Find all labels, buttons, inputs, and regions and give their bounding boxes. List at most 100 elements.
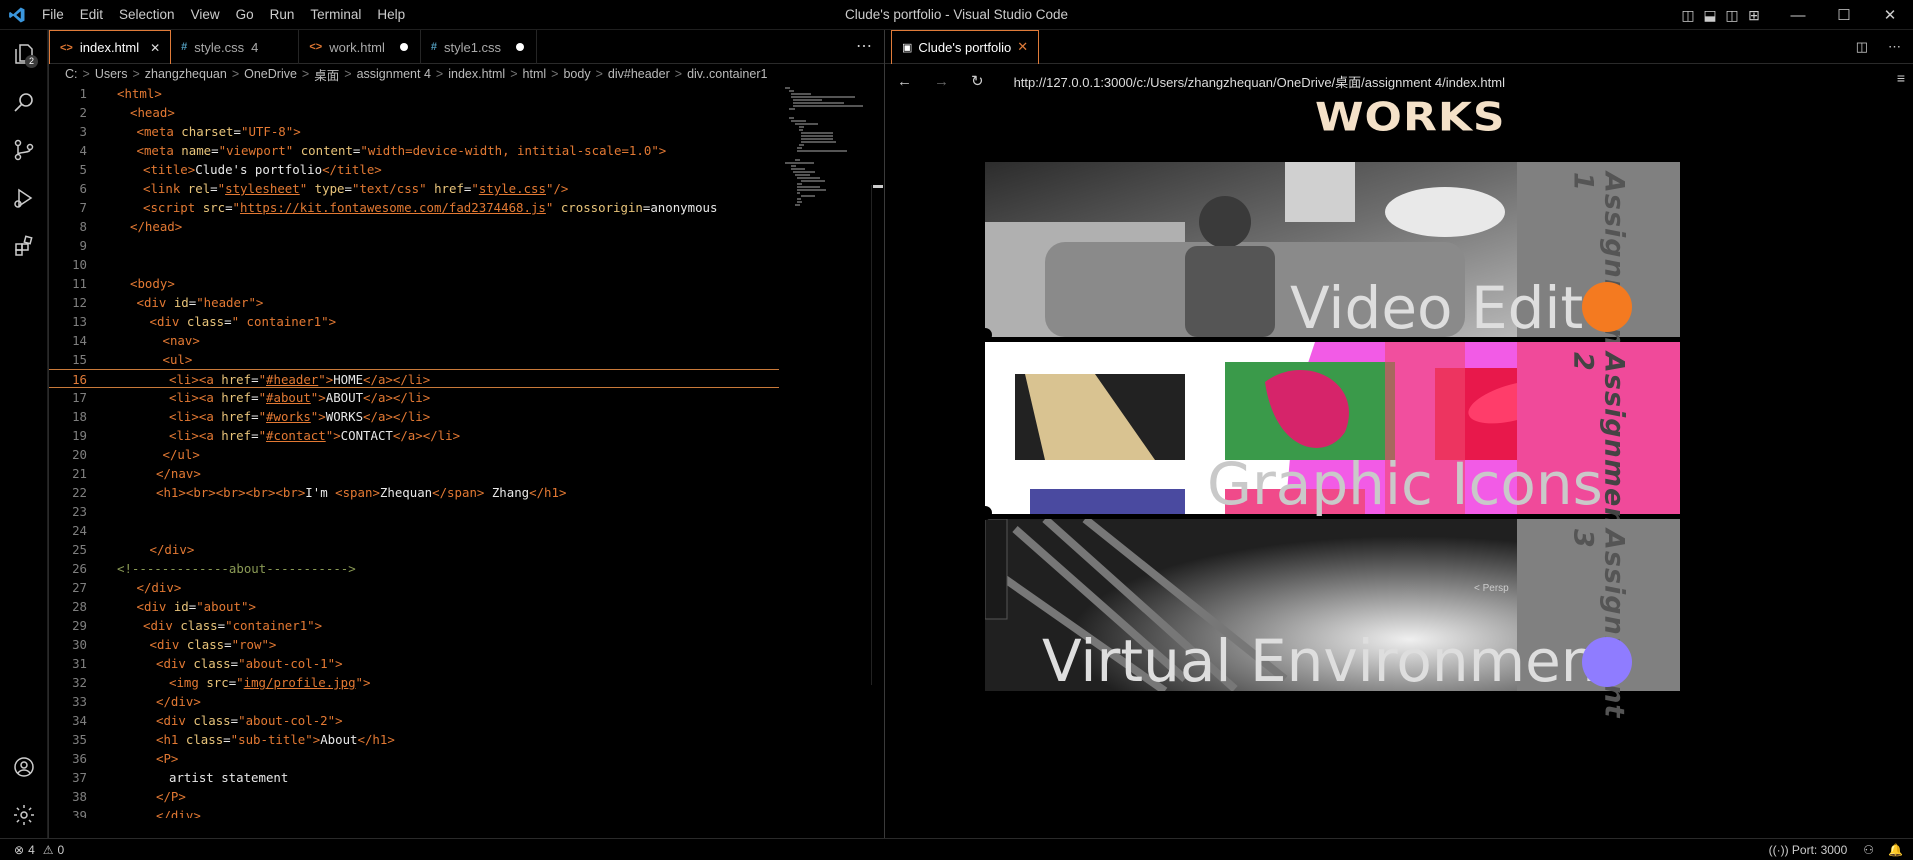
code-line[interactable]: 23 <box>49 502 885 521</box>
minimap[interactable] <box>785 86 871 306</box>
close-preview-tab-icon[interactable]: ✕ <box>1017 39 1028 55</box>
feedback-icon[interactable]: ⚇ <box>1863 843 1874 857</box>
code-line[interactable]: 20 </ul> <box>49 445 885 464</box>
editor-scroll-thumb[interactable] <box>873 185 883 188</box>
code-line[interactable]: 39 </div> <box>49 806 885 818</box>
back-arrow-icon[interactable]: ← <box>897 73 912 90</box>
editor-scrollbar[interactable] <box>871 185 883 685</box>
menu-run[interactable]: Run <box>262 0 303 30</box>
code-line[interactable]: 5 <title>Clude's portfolio</title> <box>49 160 885 179</box>
code-line[interactable]: 31 <div class="about-col-1"> <box>49 654 885 673</box>
code-line[interactable]: 22 <h1><br><br><br><br>I'm <span>Zhequan<… <box>49 483 885 502</box>
run-debug-icon[interactable] <box>0 174 48 222</box>
code-line[interactable]: 16 <li><a href="#header">HOME</a></li> <box>49 369 779 388</box>
code-line[interactable]: 24 <box>49 521 885 540</box>
code-line[interactable]: 10 <box>49 255 885 274</box>
menu-terminal[interactable]: Terminal <box>302 0 369 30</box>
close-window-button[interactable]: ✕ <box>1867 0 1913 30</box>
explorer-icon[interactable]: 2 <box>0 30 48 78</box>
menu-help[interactable]: Help <box>369 0 413 30</box>
toggle-primary-sidebar-icon[interactable]: ◫ <box>1677 0 1699 30</box>
code-line[interactable]: 35 <h1 class="sub-title">About</h1> <box>49 730 885 749</box>
code-line[interactable]: 30 <div class="row"> <box>49 635 885 654</box>
code-line[interactable]: 1 <html> <box>49 84 885 103</box>
unsaved-dot-icon[interactable] <box>399 43 408 51</box>
code-line[interactable]: 9 <box>49 236 885 255</box>
code-line[interactable]: 29 <div class="container1"> <box>49 616 885 635</box>
breadcrumb-item[interactable]: zhangzhequan <box>145 67 227 81</box>
code-line[interactable]: 7 <script src="https://kit.fontawesome.co… <box>49 198 885 217</box>
notifications-bell-icon[interactable]: 🔔 <box>1888 843 1903 857</box>
preview-menu-icon[interactable]: ≡ <box>1897 70 1905 86</box>
code-line[interactable]: 14 <nav> <box>49 331 885 350</box>
search-icon[interactable] <box>0 78 48 126</box>
breadcrumb-item[interactable]: div#header <box>608 67 670 81</box>
url-field[interactable]: http://127.0.0.1:3000/c:/Users/zhangzheq… <box>1014 72 1505 91</box>
code-line[interactable]: 11 <body> <box>49 274 885 293</box>
tab-work-html[interactable]: <> work.html <box>299 30 421 64</box>
preview-tab[interactable]: ▣ Clude's portfolio ✕ <box>891 29 1040 64</box>
breadcrumb-item[interactable]: html <box>523 67 547 81</box>
source-control-icon[interactable] <box>0 126 48 174</box>
menu-selection[interactable]: Selection <box>111 0 183 30</box>
code-line[interactable]: 21 </nav> <box>49 464 885 483</box>
menu-go[interactable]: Go <box>228 0 262 30</box>
menu-edit[interactable]: Edit <box>72 0 111 30</box>
code-line[interactable]: 37 artist statement <box>49 768 885 787</box>
code-line[interactable]: 15 <ul> <box>49 350 885 369</box>
code-line[interactable]: 18 <li><a href="#works">WORKS</a></li> <box>49 407 885 426</box>
forward-arrow-icon[interactable]: → <box>934 73 949 90</box>
code-line[interactable]: 36 <P> <box>49 749 885 768</box>
code-line[interactable]: 33 </div> <box>49 692 885 711</box>
menu-file[interactable]: File <box>34 0 72 30</box>
code-line[interactable]: 19 <li><a href="#contact">CONTACT</a></li… <box>49 426 885 445</box>
code-line[interactable]: 17 <li><a href="#about">ABOUT</a></li> <box>49 388 885 407</box>
split-editor-icon[interactable]: ◫ <box>1856 39 1868 55</box>
menu-view[interactable]: View <box>183 0 228 30</box>
more-actions-icon[interactable]: ⋯ <box>856 30 872 64</box>
code-line[interactable]: 2 <head> <box>49 103 885 122</box>
code-line[interactable]: 13 <div class=" container1"> <box>49 312 885 331</box>
persp-label: < Persp <box>1474 583 1509 594</box>
breadcrumb-item[interactable]: body <box>563 67 590 81</box>
reload-icon[interactable]: ↻ <box>971 72 984 90</box>
breadcrumb-item[interactable]: assignment 4 <box>357 67 431 81</box>
breadcrumb-item[interactable]: C: <box>65 67 78 81</box>
minimap-line <box>795 204 801 206</box>
code-line[interactable]: 38 </P> <box>49 787 885 806</box>
customize-layout-icon[interactable]: ⊞ <box>1743 0 1765 30</box>
breadcrumb-item[interactable]: div..container1 <box>687 67 767 81</box>
manage-gear-icon[interactable] <box>0 791 48 839</box>
code-editor[interactable]: 1 <html> 2 <head> 3 <meta charset="UTF-8"> 4 <m… <box>49 84 885 818</box>
code-line[interactable]: 3 <meta charset="UTF-8"> <box>49 122 885 141</box>
tab-style-css[interactable]: # style.css 4 <box>171 30 300 64</box>
breadcrumb-item[interactable]: 桌面 <box>314 65 339 84</box>
code-line[interactable]: 27 </div> <box>49 578 885 597</box>
code-line[interactable]: 6 <link rel="stylesheet" type="text/css" … <box>49 179 885 198</box>
code-line[interactable]: 34 <div class="about-col-2"> <box>49 711 885 730</box>
tab-index-html[interactable]: <> index.html ✕ <box>49 30 172 64</box>
code-line[interactable]: 4 <meta name="viewport" content="width=de… <box>49 141 885 160</box>
accounts-icon[interactable] <box>0 743 48 791</box>
code-line[interactable]: 32 <img src="img/profile.jpg"> <box>49 673 885 692</box>
more-actions-icon[interactable]: ⋯ <box>1888 39 1901 55</box>
breadcrumb-item[interactable]: OneDrive <box>244 67 297 81</box>
code-line[interactable]: 26 <!-------------about-----------> <box>49 559 885 578</box>
problems-indicator[interactable]: ⊗ 4 ⚠ 0 <box>14 843 64 857</box>
minimize-button[interactable]: — <box>1775 0 1821 30</box>
minimap-line <box>799 129 803 131</box>
tab-style1-css[interactable]: # style1.css <box>421 30 538 64</box>
toggle-panel-icon[interactable]: ⬓ <box>1699 0 1721 30</box>
code-line[interactable]: 28 <div id="about"> <box>49 597 885 616</box>
code-line[interactable]: 25 </div> <box>49 540 885 559</box>
maximize-button[interactable]: ☐ <box>1821 0 1867 30</box>
breadcrumb-item[interactable]: index.html <box>448 67 505 81</box>
extensions-icon[interactable] <box>0 222 48 270</box>
code-line[interactable]: 8 </head> <box>49 217 885 236</box>
close-tab-icon[interactable]: ✕ <box>150 41 160 55</box>
toggle-secondary-sidebar-icon[interactable]: ◫ <box>1721 0 1743 30</box>
breadcrumb-item[interactable]: Users <box>95 67 128 81</box>
port-indicator[interactable]: ((·)) Port: 3000 <box>1769 843 1848 857</box>
unsaved-dot-icon[interactable] <box>516 43 525 51</box>
code-line[interactable]: 12 <div id="header"> <box>49 293 885 312</box>
